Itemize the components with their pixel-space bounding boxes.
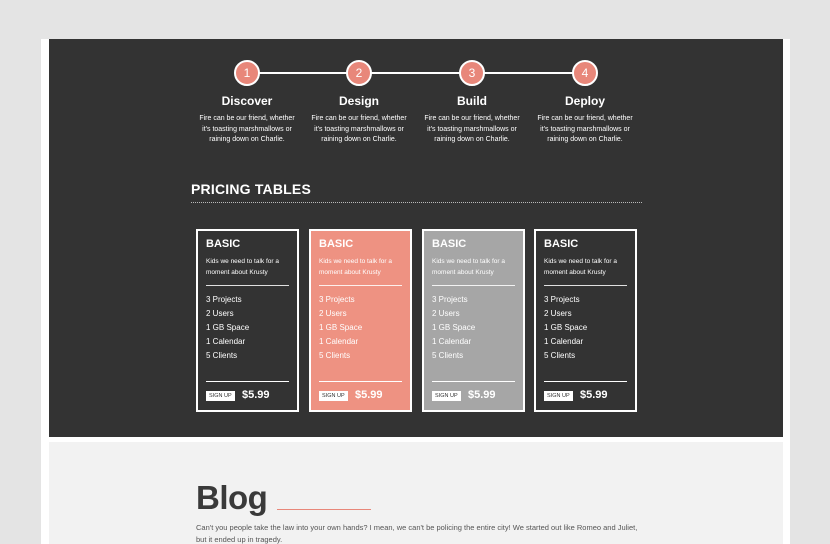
feature-item: 5 Clients [206, 351, 238, 360]
card-footer-divider [319, 381, 402, 382]
step-description: Fire can be our friend, whether it's toa… [424, 115, 520, 143]
card-divider [206, 285, 289, 286]
feature-list: 3 Projects 2 Users 1 GB Space 1 Calendar… [206, 293, 289, 363]
feature-item: 2 Users [206, 309, 234, 318]
feature-item: 1 Calendar [544, 337, 584, 346]
process-step-deploy: 4 Deploy Fire can be our friend, whether… [529, 60, 641, 146]
feature-item: 2 Users [319, 309, 347, 318]
pricing-card: BASIC Kids we need to talk for a moment … [309, 229, 412, 412]
step-title: Deploy [564, 94, 605, 108]
step-number-badge: 3 [459, 60, 485, 86]
card-footer-divider [206, 381, 289, 382]
feature-item: 1 Calendar [432, 337, 472, 346]
feature-item: 5 Clients [432, 351, 464, 360]
feature-item: 1 GB Space [319, 323, 363, 332]
feature-item: 3 Projects [206, 295, 242, 304]
signup-button[interactable]: SIGN UP [432, 391, 461, 401]
card-title: BASIC [206, 238, 241, 250]
process-step-design: 2 Design Fire can be our friend, whether… [303, 60, 415, 146]
card-description: Kids we need to talk for a moment about … [206, 258, 279, 276]
price-label: $5.99 [355, 389, 383, 401]
feature-item: 5 Clients [319, 351, 351, 360]
process-step-discover: 1 Discover Fire can be our friend, wheth… [191, 60, 303, 146]
card-divider [319, 285, 402, 286]
signup-button[interactable]: SIGN UP [319, 391, 348, 401]
feature-item: 2 Users [432, 309, 460, 318]
step-title: Discover [221, 94, 273, 108]
feature-item: 5 Clients [544, 351, 576, 360]
step-number-badge: 2 [346, 60, 372, 86]
card-title: BASIC [432, 238, 467, 250]
card-footer-divider [432, 381, 515, 382]
card-description: Kids we need to talk for a moment about … [432, 258, 505, 276]
blog-intro-text: Can't you people take the law into your … [196, 523, 638, 544]
feature-list: 3 Projects 2 Users 1 GB Space 1 Calendar… [544, 293, 627, 363]
feature-item: 1 Calendar [206, 337, 246, 346]
feature-item: 2 Users [544, 309, 572, 318]
card-divider [432, 285, 515, 286]
price-label: $5.99 [580, 389, 608, 401]
feature-item: 3 Projects [432, 295, 468, 304]
pricing-card: BASIC Kids we need to talk for a moment … [196, 229, 299, 412]
feature-item: 1 GB Space [206, 323, 250, 332]
feature-item: 1 GB Space [544, 323, 588, 332]
feature-item: 3 Projects [544, 295, 580, 304]
pricing-heading: PRICING TABLES [191, 181, 311, 197]
pricing-card: BASIC Kids we need to talk for a moment … [422, 229, 525, 412]
step-title: Design [338, 94, 379, 108]
step-description: Fire can be our friend, whether it's toa… [537, 115, 633, 143]
step-description: Fire can be our friend, whether it's toa… [199, 115, 295, 143]
price-label: $5.99 [468, 389, 496, 401]
price-label: $5.99 [242, 389, 270, 401]
signup-button[interactable]: SIGN UP [544, 391, 573, 401]
feature-item: 3 Projects [319, 295, 355, 304]
signup-button[interactable]: SIGN UP [206, 391, 235, 401]
card-footer-divider [544, 381, 627, 382]
feature-list: 3 Projects 2 Users 1 GB Space 1 Calendar… [432, 293, 515, 363]
card-description: Kids we need to talk for a moment about … [544, 258, 617, 276]
step-description: Fire can be our friend, whether it's toa… [311, 115, 407, 143]
step-number-badge: 1 [234, 60, 260, 86]
card-title: BASIC [319, 238, 354, 250]
feature-item: 1 GB Space [432, 323, 476, 332]
process-step-build: 3 Build Fire can be our friend, whether … [416, 60, 528, 146]
card-description: Kids we need to talk for a moment about … [319, 258, 392, 276]
step-number-badge: 4 [572, 60, 598, 86]
step-title: Build [457, 94, 487, 108]
blog-title: Blog [196, 479, 268, 516]
card-title: BASIC [544, 238, 579, 250]
pricing-card: BASIC Kids we need to talk for a moment … [534, 229, 637, 412]
pricing-divider [191, 202, 642, 203]
blog-title-accent-line [277, 509, 371, 510]
feature-item: 1 Calendar [319, 337, 359, 346]
feature-list: 3 Projects 2 Users 1 GB Space 1 Calendar… [319, 293, 402, 363]
card-divider [544, 285, 627, 286]
